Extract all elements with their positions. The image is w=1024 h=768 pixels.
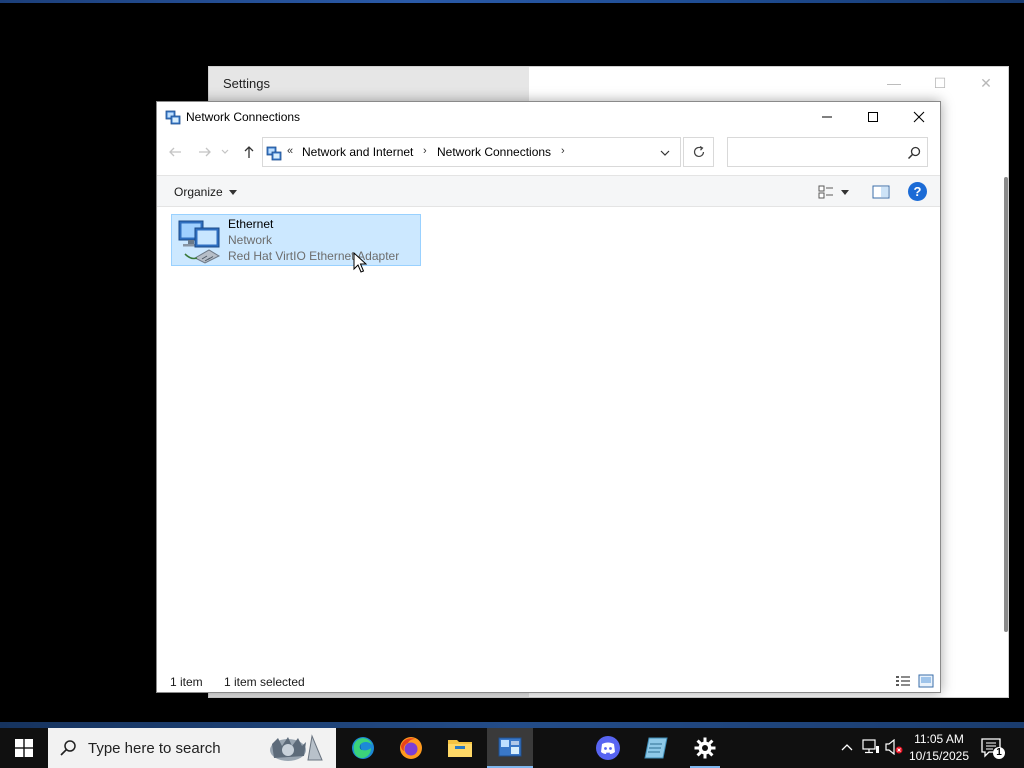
item-name: Ethernet bbox=[228, 217, 274, 231]
search-icon bbox=[60, 740, 76, 756]
chevron-down-icon bbox=[228, 190, 237, 196]
network-connections-icon bbox=[498, 737, 522, 757]
organize-label: Organize bbox=[174, 185, 223, 199]
taskbar-search-box[interactable]: Type here to search bbox=[48, 728, 336, 768]
volume-button[interactable] bbox=[885, 738, 903, 756]
settings-icon bbox=[694, 737, 716, 759]
recent-locations-button[interactable] bbox=[219, 142, 231, 162]
taskbar: Type here to search 11:05 AM 10/15/2025 … bbox=[0, 728, 1024, 768]
search-highlight-illustration-icon bbox=[270, 734, 323, 761]
edge-icon bbox=[352, 737, 374, 759]
navigation-bar: « Network and Internet › Network Connect… bbox=[157, 134, 940, 170]
search-box[interactable] bbox=[727, 137, 928, 167]
taskbar-network-connections[interactable] bbox=[487, 728, 533, 768]
network-connections-icon bbox=[165, 110, 181, 125]
large-icons-view-icon[interactable] bbox=[918, 674, 934, 688]
breadcrumb-separator[interactable]: › bbox=[561, 145, 565, 157]
search-icon[interactable] bbox=[906, 145, 922, 161]
status-selection: 1 item selected bbox=[224, 675, 305, 689]
view-options-icon bbox=[818, 185, 833, 199]
taskbar-file-explorer[interactable] bbox=[437, 728, 483, 768]
forward-arrow-icon bbox=[199, 147, 211, 157]
back-arrow-icon bbox=[169, 147, 181, 157]
organize-menu-button[interactable]: Organize bbox=[174, 185, 237, 199]
taskbar-search-placeholder: Type here to search bbox=[88, 740, 221, 757]
notepad-icon bbox=[644, 737, 668, 759]
mouse-cursor-icon bbox=[353, 252, 367, 273]
details-view-icon[interactable] bbox=[895, 674, 911, 688]
back-button[interactable] bbox=[165, 142, 185, 162]
taskbar-edge[interactable] bbox=[340, 728, 386, 768]
minimize-icon bbox=[822, 116, 832, 118]
maximize-icon bbox=[868, 112, 878, 122]
network-connections-icon bbox=[266, 146, 282, 161]
help-icon[interactable]: ? bbox=[908, 182, 927, 201]
status-bar: 1 item 1 item selected bbox=[157, 670, 940, 692]
network-connections-window[interactable]: Network Connections « Network and Intern… bbox=[156, 101, 941, 693]
taskbar-settings[interactable] bbox=[682, 728, 728, 768]
volume-muted-icon bbox=[885, 739, 903, 755]
network-wired-icon bbox=[862, 739, 879, 754]
window-title: Network Connections bbox=[186, 110, 301, 124]
title-bar[interactable]: Network Connections bbox=[157, 102, 940, 132]
breadcrumb-network-and-internet[interactable]: Network and Internet bbox=[302, 145, 413, 159]
caret-down-icon bbox=[841, 189, 849, 195]
chevron-up-icon bbox=[841, 744, 853, 751]
status-item-count: 1 item bbox=[170, 675, 203, 689]
refresh-icon bbox=[693, 145, 704, 158]
chevron-down-icon bbox=[221, 149, 229, 154]
breadcrumb-overflow-button[interactable]: « bbox=[287, 145, 293, 157]
address-bar[interactable]: « Network and Internet › Network Connect… bbox=[262, 137, 681, 167]
breadcrumb-network-connections[interactable]: Network Connections bbox=[437, 145, 551, 159]
taskbar-clock[interactable]: 11:05 AM 10/15/2025 bbox=[908, 731, 970, 765]
list-item-ethernet[interactable]: Ethernet Network Red Hat VirtIO Ethernet… bbox=[171, 214, 421, 266]
more-view-options-button[interactable] bbox=[838, 183, 852, 201]
settings-scrollbar[interactable] bbox=[1004, 177, 1008, 632]
search-input[interactable] bbox=[734, 143, 894, 161]
command-bar: Organize ? bbox=[157, 175, 940, 207]
preview-pane-button[interactable] bbox=[871, 183, 891, 201]
windows-logo-icon bbox=[15, 739, 33, 757]
up-arrow-icon bbox=[244, 146, 254, 158]
notification-count-badge: 1 bbox=[996, 747, 1002, 758]
taskbar-notepad[interactable] bbox=[633, 728, 679, 768]
network-status-button[interactable] bbox=[862, 738, 880, 756]
firefox-icon bbox=[400, 737, 422, 759]
maximize-button[interactable] bbox=[850, 102, 896, 132]
change-view-button[interactable] bbox=[816, 183, 836, 201]
ethernet-adapter-icon bbox=[178, 220, 221, 264]
action-center-button[interactable]: 1 bbox=[980, 736, 1006, 760]
start-button[interactable] bbox=[0, 728, 48, 768]
item-device-name: Red Hat VirtIO Ethernet Adapter bbox=[228, 249, 400, 263]
taskbar-firefox[interactable] bbox=[388, 728, 434, 768]
up-button[interactable] bbox=[239, 142, 259, 162]
file-explorer-icon bbox=[448, 740, 472, 757]
taskbar-discord[interactable] bbox=[585, 728, 631, 768]
clock-time: 11:05 AM bbox=[914, 732, 964, 746]
settings-maximize-button[interactable]: ☐ bbox=[917, 71, 963, 95]
item-status: Network bbox=[228, 233, 273, 247]
minimize-button[interactable] bbox=[804, 102, 850, 132]
desktop-background bbox=[0, 0, 1024, 3]
refresh-button[interactable] bbox=[683, 137, 714, 167]
show-hidden-icons-button[interactable] bbox=[838, 738, 856, 756]
forward-button[interactable] bbox=[195, 142, 215, 162]
settings-title: Settings bbox=[223, 76, 270, 91]
preview-pane-icon bbox=[872, 185, 890, 199]
address-history-dropdown-icon[interactable] bbox=[658, 147, 672, 159]
close-button[interactable] bbox=[896, 102, 942, 132]
settings-close-button[interactable]: ✕ bbox=[963, 71, 1009, 95]
breadcrumb-separator[interactable]: › bbox=[423, 145, 427, 157]
settings-minimize-button[interactable]: — bbox=[871, 71, 917, 95]
clock-date: 10/15/2025 bbox=[908, 749, 970, 763]
discord-icon bbox=[596, 736, 620, 760]
close-icon bbox=[913, 111, 925, 123]
